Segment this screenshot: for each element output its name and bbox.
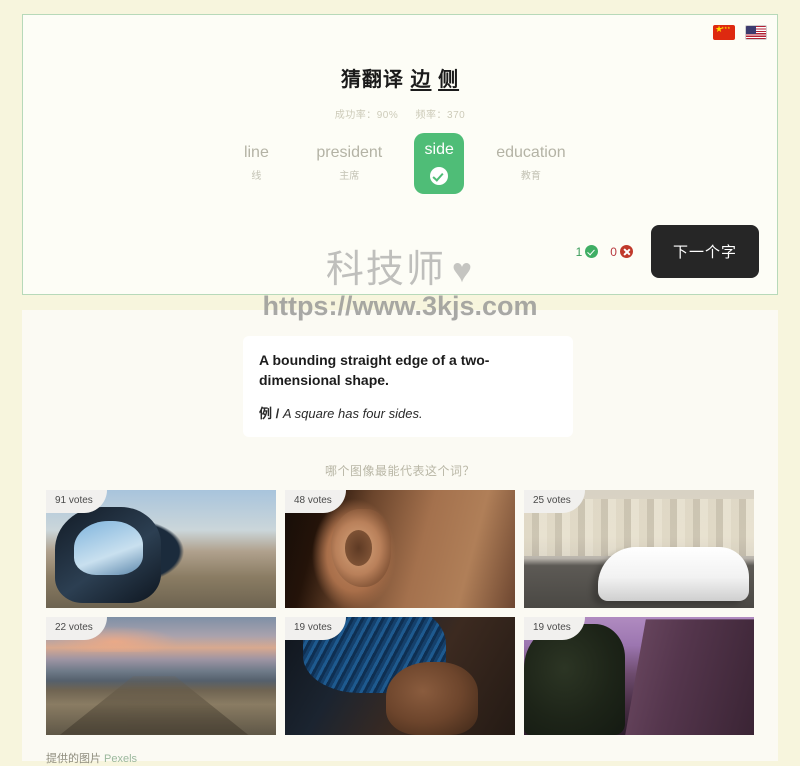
image-grid: 91 votes 48 votes 25 votes 22 votes 19 v… [46,490,754,735]
quiz-word-char-1: 边 [410,69,432,91]
answer-option-translation: 教育 [520,171,541,182]
image-tile[interactable]: 19 votes [285,617,515,735]
flag-usa-icon[interactable] [745,25,767,40]
photo-credit-text: 提供的图片 [46,753,101,765]
answer-option-label: president [316,144,383,161]
answer-option-label: side [424,141,454,158]
photo-credit: 提供的图片 Pexels [46,750,137,766]
quiz-word-char-2: 侧 [438,69,460,91]
check-icon [430,167,449,185]
score-correct-value: 1 [575,244,583,259]
quiz-card: 猜翻译 边 侧 成功率：90% 频率：370 line 线 president … [22,14,778,295]
answer-options: line 线 president 主席 side education 教育 [23,133,777,194]
score-correct: 1 [576,245,599,259]
example-text: A square has four sides. [282,406,423,421]
image-tile[interactable]: 48 votes [285,490,515,608]
score-wrong: 0 [610,245,633,259]
success-rate-stat: 成功率：90% [334,110,399,121]
image-tile[interactable]: 22 votes [46,617,276,735]
language-flags [713,25,767,40]
answer-option-label: line [243,144,269,161]
score-wrong-value: 0 [610,244,617,259]
quiz-stats: 成功率：90% 频率：370 [23,106,777,121]
next-word-button[interactable]: 下一个字 [650,225,759,278]
answer-option-line[interactable]: line 线 [228,140,284,186]
answer-option-label: education [496,144,566,161]
example-row: 例 / A square has four sides. [259,405,557,423]
example-label: 例 / [259,406,280,421]
answer-option-translation: 主席 [339,171,360,182]
cross-circle-icon [619,245,633,258]
details-panel: A bounding straight edge of a two-dimens… [22,310,778,765]
answer-option-president[interactable]: president 主席 [310,140,388,186]
frequency-stat: 频率：370 [415,110,466,121]
score-group: 1 0 [576,245,633,259]
page-title: 猜翻译 边 侧 [23,63,777,92]
definition-text: A bounding straight edge of a two-dimens… [259,352,490,388]
flag-china-icon[interactable] [713,25,735,40]
answer-option-translation: 线 [251,171,262,182]
answer-option-side-selected[interactable]: side [414,133,465,194]
image-tile[interactable]: 91 votes [46,490,276,608]
quiz-title-prefix: 猜翻译 [340,69,404,91]
check-circle-icon [585,245,599,258]
pexels-link[interactable]: Pexels [104,753,137,765]
answer-option-education[interactable]: education 教育 [490,140,571,186]
image-grid-question: 哪个图像最能代表这个词？ [324,464,475,478]
score-row: 1 0 下一个字 [576,225,759,278]
example-card: 例 / A square has four sides. [243,392,573,437]
image-tile[interactable]: 19 votes [524,617,754,735]
image-tile[interactable]: 25 votes [524,490,754,608]
